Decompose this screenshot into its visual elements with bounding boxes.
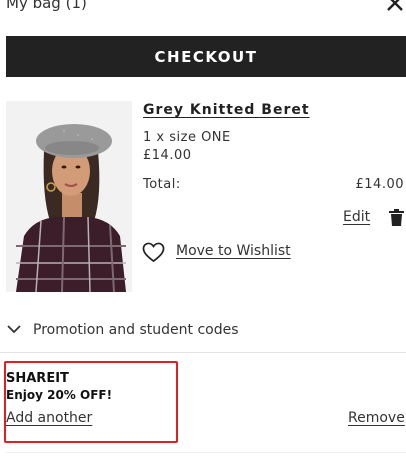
bottom-divider: [6, 452, 406, 453]
edit-item-link[interactable]: Edit: [343, 209, 370, 225]
unit-price: £14.00: [143, 148, 192, 163]
product-name-link[interactable]: Grey Knitted Beret: [143, 102, 310, 118]
quantity-size: 1 x size ONE: [143, 130, 231, 145]
total-value: £14.00: [355, 177, 404, 192]
product-photo: [6, 101, 132, 292]
promo-codes-toggle[interactable]: Promotion and student codes: [0, 312, 406, 352]
trash-icon[interactable]: [389, 209, 404, 226]
bag-title: My bag (1): [6, 0, 87, 12]
applied-code-name: SHAREIT: [6, 371, 69, 386]
promo-codes-label: Promotion and student codes: [33, 322, 239, 338]
product-image[interactable]: [6, 101, 132, 292]
chevron-down-icon: [7, 325, 21, 334]
checkout-button[interactable]: CHECKOUT: [6, 36, 406, 77]
move-to-wishlist-link[interactable]: Move to Wishlist: [176, 243, 291, 259]
remove-code-link[interactable]: Remove: [348, 410, 405, 426]
bag-header: My bag (1): [0, 0, 406, 18]
divider: [0, 352, 406, 353]
heart-icon[interactable]: [142, 242, 165, 263]
add-another-code-link[interactable]: Add another: [6, 410, 92, 426]
mini-bag-panel: My bag (1) CHECKOUT Grey Knitted Beret 1…: [0, 0, 406, 466]
total-label: Total:: [143, 177, 181, 192]
close-icon[interactable]: [386, 0, 404, 12]
applied-code-description: Enjoy 20% OFF!: [6, 388, 113, 402]
